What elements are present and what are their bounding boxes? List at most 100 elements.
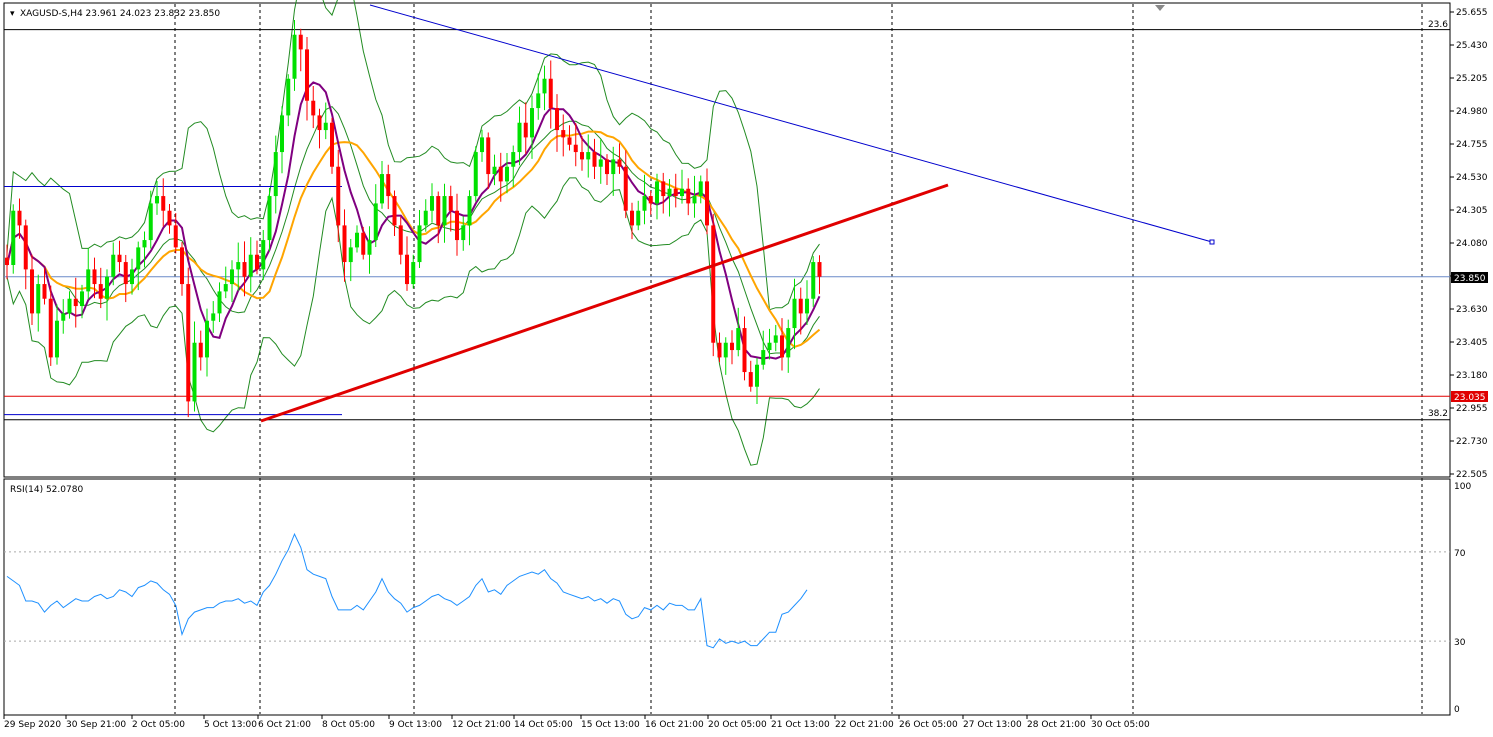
candle-body xyxy=(280,115,284,153)
price-tick-label: 23.405 xyxy=(1456,338,1488,348)
time-tick-label: 16 Oct 21:00 xyxy=(645,720,704,730)
candle-body xyxy=(117,254,122,263)
candle-body xyxy=(142,240,147,248)
candle-body xyxy=(742,328,747,373)
time-tick-label: 12 Oct 21:00 xyxy=(452,720,511,730)
candle-body xyxy=(567,137,572,145)
candle-body xyxy=(611,159,616,175)
candle-body xyxy=(798,298,803,314)
candle-body xyxy=(248,254,253,277)
candle-body xyxy=(692,196,697,204)
candle-body xyxy=(617,159,622,167)
candle-body xyxy=(80,291,84,307)
candle-body xyxy=(792,298,797,329)
candle-body xyxy=(186,284,191,402)
price-tick-label: 22.730 xyxy=(1456,437,1488,447)
candle-body xyxy=(755,364,759,387)
time-tick-label: 8 Oct 05:00 xyxy=(322,720,375,730)
candle-body xyxy=(636,210,641,226)
candle-body xyxy=(555,108,559,131)
time-tick-label: 9 Oct 13:00 xyxy=(389,720,442,730)
time-tick-label: 28 Oct 21:00 xyxy=(1027,720,1086,730)
candle-body xyxy=(298,34,303,50)
price-tick-label: 23.630 xyxy=(1456,305,1488,315)
candle-body xyxy=(373,203,378,241)
candle-body xyxy=(267,196,272,241)
candle-body xyxy=(480,137,484,153)
candle-body xyxy=(367,240,372,255)
candle-body xyxy=(136,247,141,270)
candle-body xyxy=(380,174,384,204)
candle-body xyxy=(767,342,772,351)
price-tick-label: 24.080 xyxy=(1456,239,1488,249)
candle-body xyxy=(336,166,341,226)
candle-body xyxy=(30,269,34,314)
candle-body xyxy=(180,247,184,285)
candle-body xyxy=(492,166,497,175)
candle-body xyxy=(86,269,91,292)
chart-root: 25.655 25.430 25.205 24.980 24.755 24.530 24.3… xyxy=(0,0,1493,737)
rsi-tick-label: 70 xyxy=(1454,549,1466,559)
candle-body xyxy=(48,298,53,358)
candle-body xyxy=(92,269,97,285)
candle-body xyxy=(392,196,397,226)
candle-body xyxy=(236,262,241,270)
price-tick-label: 24.755 xyxy=(1456,140,1488,150)
candle-body xyxy=(686,188,691,204)
candle-body xyxy=(498,166,503,182)
candle-body xyxy=(205,320,209,358)
candle-body xyxy=(255,254,259,270)
price-tick-label: 25.430 xyxy=(1456,41,1488,51)
candle-body xyxy=(598,159,603,167)
candle-body xyxy=(736,328,741,351)
candle-body xyxy=(748,372,753,387)
candle-body xyxy=(605,159,609,175)
candle-body xyxy=(98,284,103,299)
candle-body xyxy=(67,298,72,314)
candle-body xyxy=(655,181,659,204)
trendline-handle[interactable] xyxy=(1209,239,1215,245)
candle-body xyxy=(717,342,722,358)
candle-body xyxy=(111,254,116,277)
candle-body xyxy=(548,78,553,109)
candle-body xyxy=(511,152,516,167)
rsi-tick-label: 0 xyxy=(1454,705,1460,715)
candle-body xyxy=(442,196,447,226)
candle-body xyxy=(436,196,441,226)
fib-label-top: 23.6 xyxy=(1428,20,1448,30)
price-tick-label: 25.205 xyxy=(1456,74,1488,84)
candle-body xyxy=(23,225,28,270)
candle-body xyxy=(17,210,22,226)
candle-body xyxy=(273,152,278,197)
candle-body xyxy=(73,298,78,307)
candle-body xyxy=(292,34,297,79)
price-tick-label: 24.980 xyxy=(1456,107,1488,117)
candle-body xyxy=(411,262,416,285)
candle-body xyxy=(473,152,478,197)
candle-body xyxy=(573,144,578,153)
candle-body xyxy=(811,262,816,299)
candle-body xyxy=(530,108,534,138)
candle-body xyxy=(486,137,491,175)
time-tick-label: 29 Sep 2020 xyxy=(4,720,61,730)
candle-body xyxy=(36,284,41,314)
candle-body xyxy=(5,257,9,265)
time-tick-label: 27 Oct 13:00 xyxy=(963,720,1022,730)
candle-body xyxy=(817,262,822,277)
candle-body xyxy=(61,313,66,321)
candle-body xyxy=(230,269,234,285)
candle-body xyxy=(148,203,153,241)
candle-body xyxy=(55,320,59,358)
time-tick-label: 6 Oct 21:00 xyxy=(258,720,311,730)
support-price-text: 23.035 xyxy=(1454,393,1486,403)
fib-label-bottom: 38.2 xyxy=(1428,409,1448,419)
time-tick-label: 22 Oct 21:00 xyxy=(835,720,894,730)
candle-body xyxy=(123,262,128,285)
candle-body xyxy=(330,122,334,167)
time-tick-label: 20 Oct 05:00 xyxy=(708,720,767,730)
candle-body xyxy=(305,49,309,101)
candle-body xyxy=(805,298,809,314)
price-tick-label: 22.955 xyxy=(1456,404,1488,414)
candle-body xyxy=(42,284,47,299)
time-tick-label: 2 Oct 05:00 xyxy=(132,720,185,730)
